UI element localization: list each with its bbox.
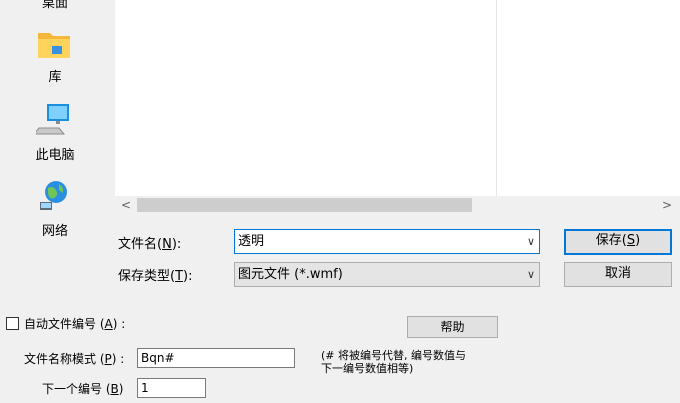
nav-item-desktop[interactable]: 桌面 <box>0 0 110 11</box>
pattern-hint-line2: 下一编号数值相等) <box>321 362 414 375</box>
filetype-select[interactable]: 图元文件 (*.wmf) ∨ <box>234 262 540 287</box>
filename-label: 文件名(N): <box>118 237 182 252</box>
auto-number-checkbox[interactable] <box>6 317 19 330</box>
library-folder-icon <box>38 33 70 58</box>
nav-item-network-label: 网络 <box>41 224 68 239</box>
nav-item-desktop-label: 桌面 <box>41 0 68 11</box>
filetype-value: 图元文件 (*.wmf) <box>238 267 343 282</box>
auto-number-label: 自动文件编号 (A) : <box>24 317 126 331</box>
chevron-down-icon[interactable]: ∨ <box>527 263 535 286</box>
network-globe-icon <box>40 181 67 210</box>
cancel-button[interactable]: 取消 <box>564 262 672 287</box>
pattern-label: 文件名称模式 (P) : <box>24 352 125 366</box>
filetype-label: 保存类型(T): <box>118 269 193 284</box>
pattern-hint: (# 将被编号代替, 编号数值与 下一编号数值相等) <box>321 349 466 375</box>
next-number-label: 下一个编号 (B) <box>42 382 124 396</box>
pattern-hint-line1: (# 将被编号代替, 编号数值与 <box>321 349 466 362</box>
save-button[interactable]: 保存(S) <box>564 229 672 255</box>
computer-icon <box>36 104 69 135</box>
help-button[interactable]: 帮助 <box>407 316 498 338</box>
nav-item-library-label: 库 <box>48 70 62 85</box>
horizontal-scrollbar[interactable]: < > <box>115 196 680 214</box>
chevron-down-icon[interactable]: ∨ <box>527 230 535 253</box>
scroll-left-arrow[interactable]: < <box>117 196 135 214</box>
nav-item-this-pc-label: 此电脑 <box>35 148 75 163</box>
pattern-input[interactable]: Bqn# <box>137 348 295 368</box>
column-divider <box>496 0 497 196</box>
file-list[interactable] <box>115 0 680 196</box>
filename-combobox[interactable]: 透明 ∨ <box>234 229 540 254</box>
filename-value: 透明 <box>238 234 265 249</box>
next-number-input[interactable]: 1 <box>137 378 206 398</box>
scrollbar-thumb[interactable] <box>137 198 472 212</box>
scroll-right-arrow[interactable]: > <box>658 196 676 214</box>
